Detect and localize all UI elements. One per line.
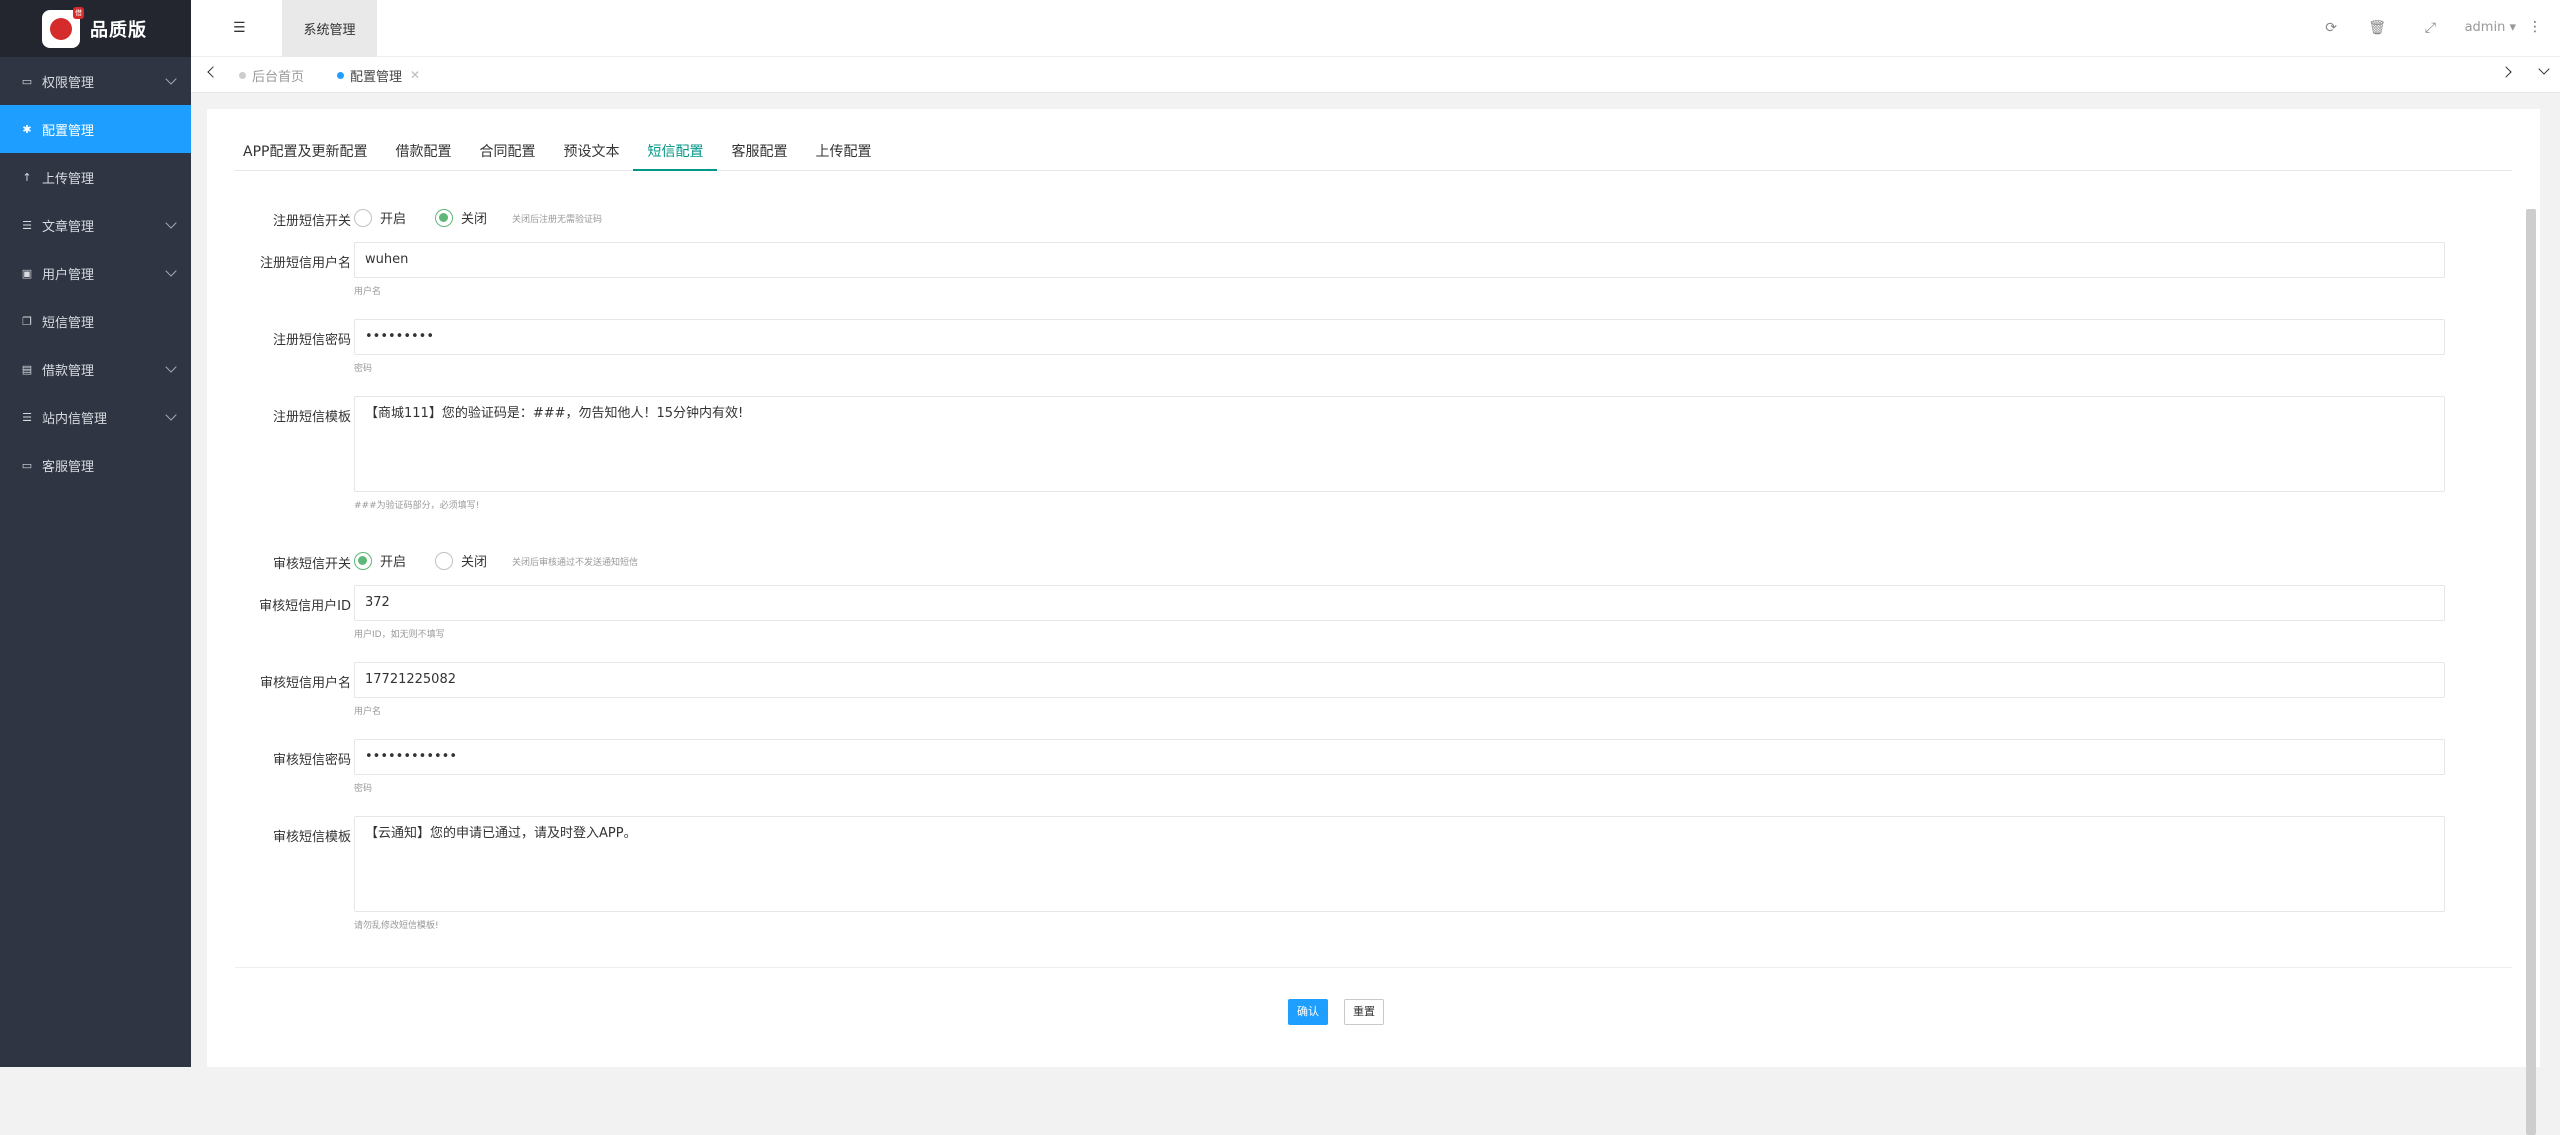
tabs-left-arrow-icon[interactable] [207, 66, 219, 78]
sidebar-item-label: 文章管理 [42, 219, 95, 235]
sidebar-item-8[interactable]: ▭ 客服管理 [0, 441, 191, 489]
sidebar-item-label: 借款管理 [42, 363, 95, 379]
form-tab-5[interactable]: 客服配置 [717, 137, 801, 171]
more-icon[interactable]: ⋮ [2528, 19, 2542, 35]
tab-home[interactable]: 后台首页 [239, 57, 304, 93]
sidebar-item-1[interactable]: ✱ 配置管理 [0, 105, 191, 153]
reset-button[interactable]: 重置 [1344, 999, 1384, 1025]
tab-config[interactable]: 配置管理 ✕ [337, 57, 420, 93]
sidebar-item-label: 短信管理 [42, 315, 95, 331]
reg-user-label: 注册短信用户名 [259, 256, 351, 271]
form-tabs: APP配置及更新配置 借款配置 合同配置 预设文本 短信配置 客服配置 上传配置 [235, 137, 2512, 171]
sidebar-item-3[interactable]: ☰ 文章管理 [0, 201, 191, 249]
page-tabs-bar: 后台首页 配置管理 ✕ [191, 57, 2560, 93]
reg-tpl-help: ###为验证码部分，必须填写! [354, 501, 480, 511]
sidebar-item-label: 客服管理 [42, 459, 95, 475]
chevron-down-icon [165, 217, 177, 229]
close-icon[interactable]: ✕ [410, 68, 420, 82]
audit-pass-label: 审核短信密码 [272, 753, 351, 768]
chevron-down-icon [165, 361, 177, 373]
top-bar: ☰ 系统管理 ⟳ 🗑 ⤢ admin ▾ ⋮ [191, 0, 2560, 57]
user-menu[interactable]: admin ▾ [2465, 20, 2516, 35]
brand-logo[interactable]: 借 品质版 [0, 0, 191, 57]
audit-switch-hint: 关闭后审核通过不发送通知短信 [512, 558, 639, 568]
audit-tpl-label: 审核短信模板 [272, 830, 351, 845]
list-icon: ☰ [22, 410, 32, 424]
top-menu-tab[interactable]: 系统管理 [282, 0, 377, 57]
sidebar-item-6[interactable]: ▤ 借款管理 [0, 345, 191, 393]
confirm-button[interactable]: 确认 [1288, 999, 1328, 1025]
reg-tpl-label: 注册短信模板 [272, 410, 351, 425]
audit-switch-off-radio[interactable]: 关闭 [435, 551, 487, 570]
money-icon: ▤ [21, 362, 33, 376]
upload-icon: ↑ [22, 170, 32, 184]
reg-pass-help: 密码 [354, 364, 373, 374]
sidebar-item-label: 上传管理 [42, 171, 95, 187]
sidebar-item-label: 用户管理 [42, 267, 95, 283]
menu-toggle-icon[interactable]: ☰ [233, 20, 247, 36]
reg-switch-label: 注册短信开关 [272, 214, 351, 229]
audit-switch-on-radio[interactable]: 开启 [354, 551, 406, 570]
brand-title: 品质版 [90, 19, 147, 41]
sidebar-item-7[interactable]: ☰ 站内信管理 [0, 393, 191, 441]
audit-user-label: 审核短信用户名 [259, 676, 351, 691]
sidebar-item-4[interactable]: ▣ 用户管理 [0, 249, 191, 297]
audit-tpl-textarea[interactable]: 【云通知】您的申请已通过，请及时登入APP。 [354, 816, 2445, 912]
reg-user-help: 用户名 [354, 287, 382, 297]
audit-user-input[interactable]: 17721225082 [354, 662, 2445, 698]
user-card-icon: ▣ [21, 266, 33, 280]
reg-pass-input[interactable]: ••••••••• [354, 319, 2445, 355]
fullscreen-icon[interactable]: ⤢ [2425, 20, 2436, 36]
config-panel: APP配置及更新配置 借款配置 合同配置 预设文本 短信配置 客服配置 上传配置 注册短信开… [207, 109, 2540, 1135]
form-divider [235, 967, 2512, 968]
audit-uid-help: 用户ID，如无则不填写 [354, 630, 445, 640]
sidebar-item-0[interactable]: ▭ 权限管理 [0, 57, 191, 105]
list-icon: ☰ [22, 218, 32, 232]
reg-switch-on-radio[interactable]: 开启 [354, 208, 406, 227]
monitor-icon: ▭ [21, 458, 33, 472]
chevron-down-icon [165, 409, 177, 421]
gear-icon: ✱ [22, 122, 32, 136]
sidebar-item-label: 权限管理 [42, 75, 95, 91]
trash-icon[interactable]: 🗑 [2368, 20, 2386, 36]
audit-pass-input[interactable]: •••••••••••• [354, 739, 2445, 775]
form-tab-3[interactable]: 预设文本 [549, 137, 633, 171]
sidebar-item-label: 站内信管理 [42, 411, 108, 427]
form-tab-4[interactable]: 短信配置 [633, 137, 718, 171]
form-tab-2[interactable]: 合同配置 [465, 137, 549, 171]
form-tab-1[interactable]: 借款配置 [381, 137, 465, 171]
app-logo-icon: 借 [42, 6, 84, 48]
audit-uid-label: 审核短信用户ID [259, 599, 351, 614]
sidebar: 借 品质版 ▭ 权限管理 ✱ 配置管理 ↑ 上传管理 ☰ 文章管理 ▣ 用户管理 ❐ 短信管理 ▤ 借款管… [0, 0, 191, 1067]
audit-tpl-help: 请勿乱修改短信模板! [354, 921, 439, 931]
sidebar-item-label: 配置管理 [42, 123, 95, 139]
reg-pass-label: 注册短信密码 [272, 333, 351, 348]
tabs-right-arrow-icon[interactable] [2500, 66, 2512, 78]
chevron-down-icon [165, 265, 177, 277]
laptop-icon: ▭ [21, 74, 33, 88]
form-tab-0[interactable]: APP配置及更新配置 [235, 137, 381, 171]
audit-user-help: 用户名 [354, 707, 382, 717]
reg-switch-off-radio[interactable]: 关闭 [435, 208, 487, 227]
sidebar-item-2[interactable]: ↑ 上传管理 [0, 153, 191, 201]
tabs-dropdown-icon[interactable] [2538, 63, 2550, 75]
copy-icon: ❐ [22, 314, 32, 328]
scrollbar[interactable] [2526, 209, 2536, 1135]
audit-uid-input[interactable]: 372 [354, 585, 2445, 621]
sidebar-item-5[interactable]: ❐ 短信管理 [0, 297, 191, 345]
reg-user-input[interactable]: wuhen [354, 242, 2445, 278]
form-tab-6[interactable]: 上传配置 [801, 137, 885, 171]
reg-tpl-textarea[interactable]: 【商城111】您的验证码是：###，勿告知他人！15分钟内有效! [354, 396, 2445, 492]
reg-switch-hint: 关闭后注册无需验证码 [512, 215, 603, 225]
audit-pass-help: 密码 [354, 784, 373, 794]
refresh-icon[interactable]: ⟳ [2325, 20, 2337, 36]
audit-switch-label: 审核短信开关 [272, 557, 351, 572]
chevron-down-icon [165, 73, 177, 85]
